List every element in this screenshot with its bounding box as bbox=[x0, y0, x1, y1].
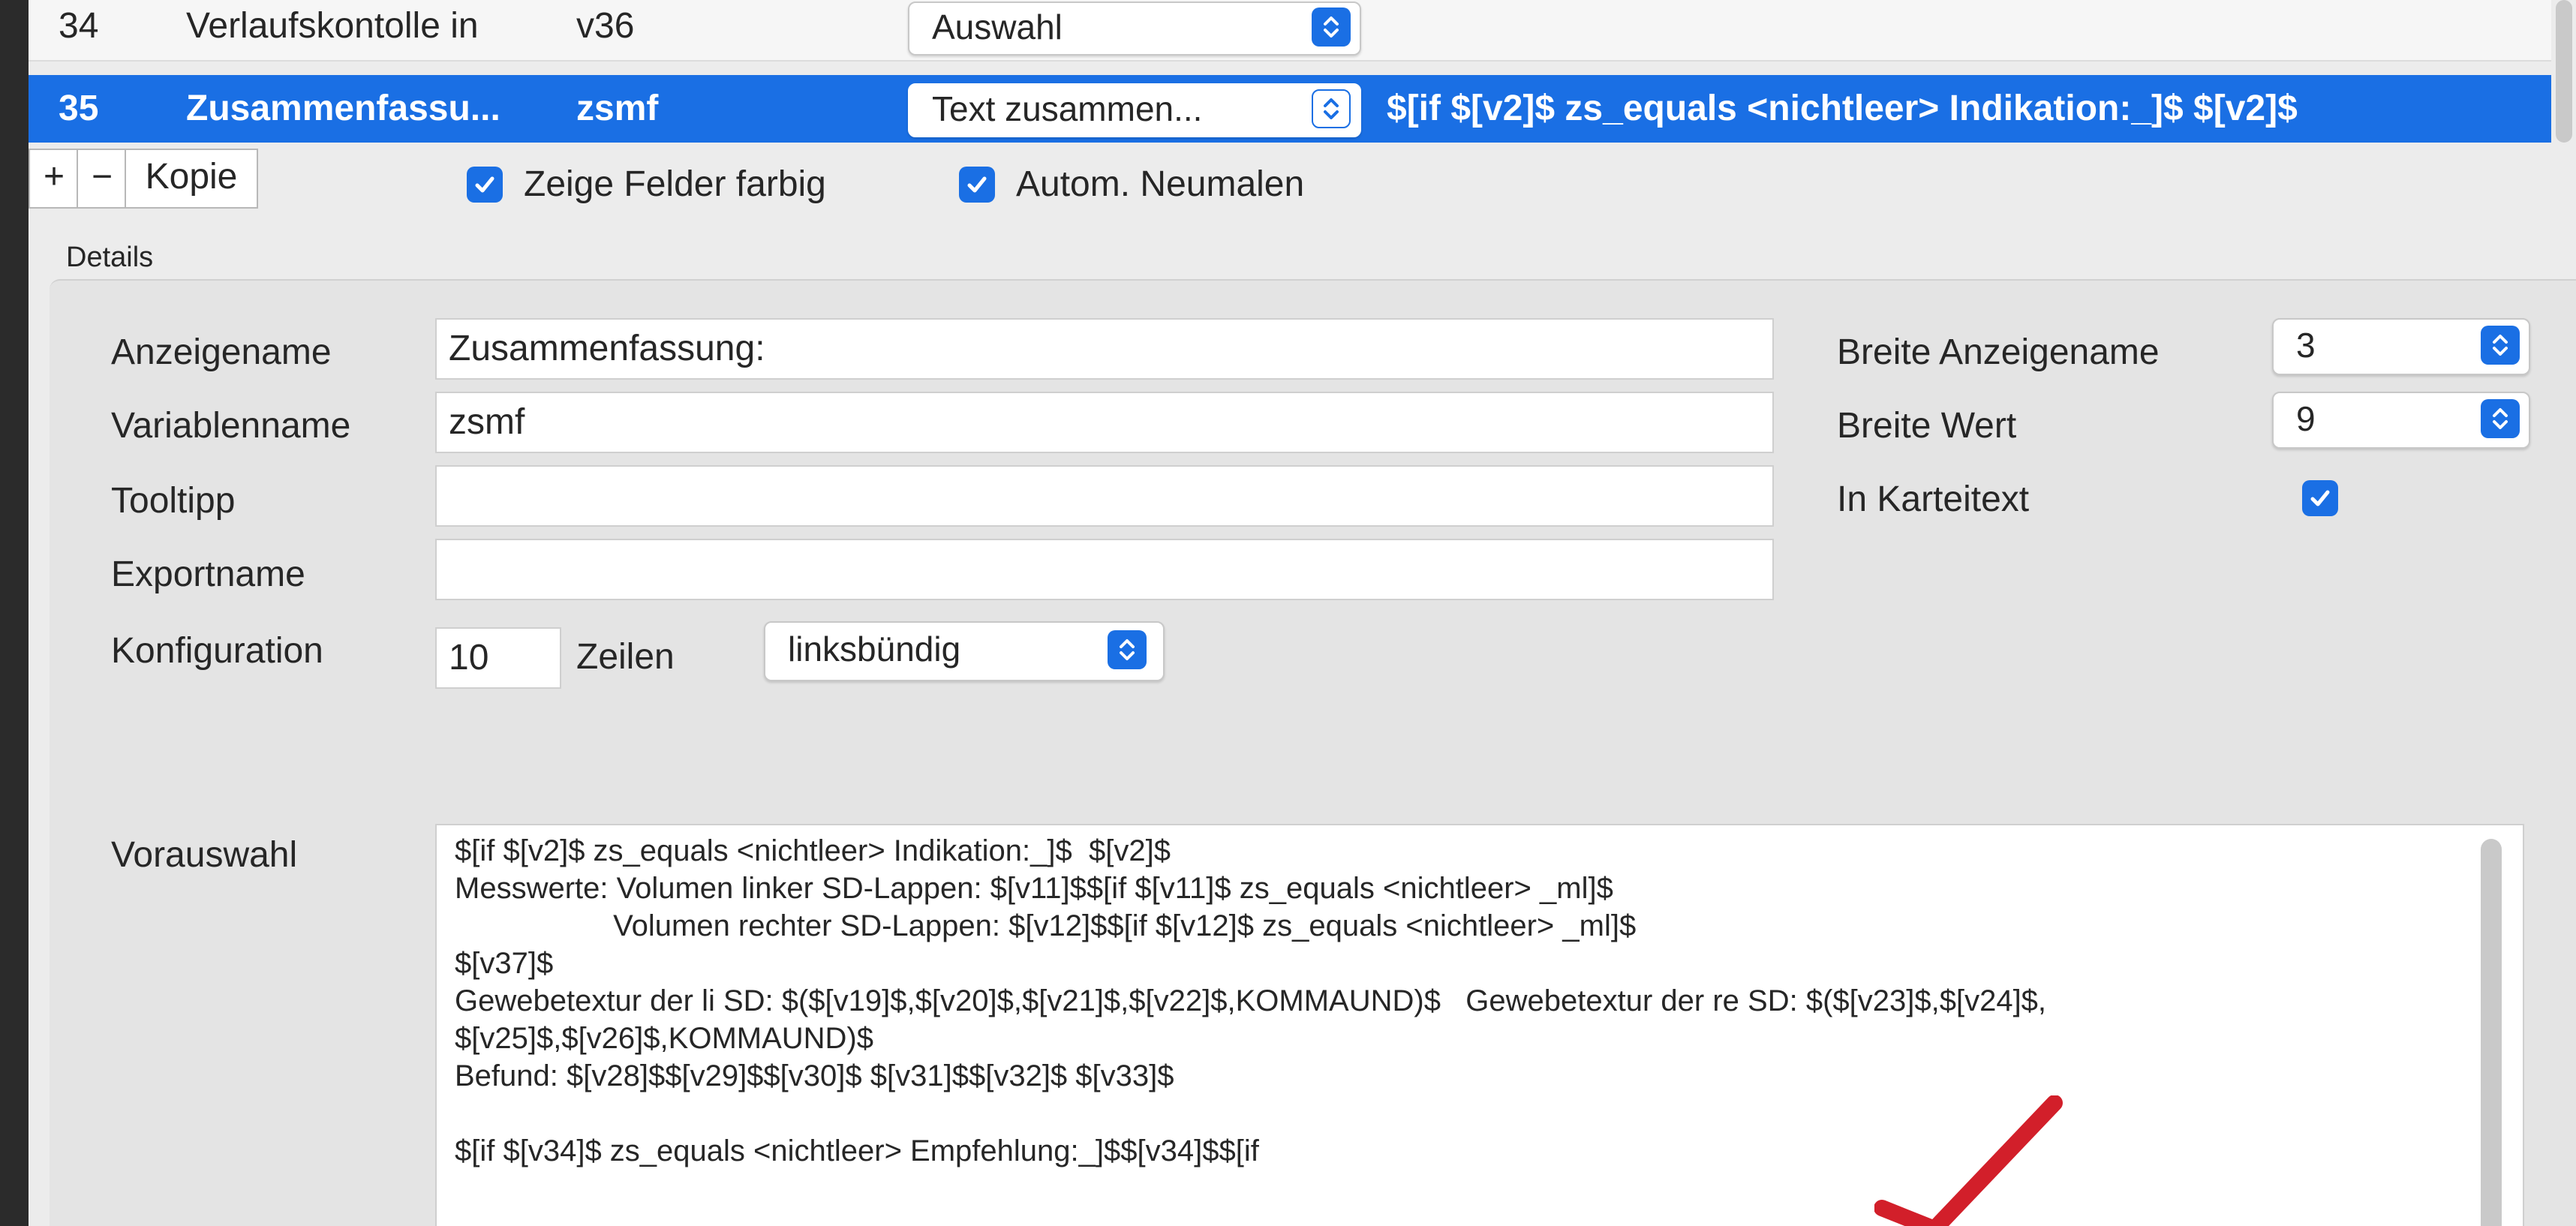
auto-redraw-label: Autom. Neumalen bbox=[1016, 164, 1305, 204]
in-karteitext-checkbox[interactable] bbox=[2302, 480, 2338, 516]
konfiguration-label: Konfiguration bbox=[111, 631, 323, 671]
row-type-select[interactable]: Text zusammen... bbox=[908, 83, 1361, 137]
row-variable-name: zsmf bbox=[576, 89, 659, 128]
details-section-label: Details bbox=[66, 242, 154, 273]
variablenname-field[interactable]: zsmf bbox=[435, 392, 1774, 453]
auto-redraw-checkbox[interactable] bbox=[959, 167, 995, 203]
anzeigename-value: Zusammenfassung: bbox=[449, 329, 765, 368]
vorauswahl-line: Befund: $[v28]$$[v29]$$[v30]$ $[v31]$$[v… bbox=[455, 1059, 1174, 1092]
exportname-field[interactable] bbox=[435, 539, 1774, 600]
vorauswahl-line: $[v37]$ bbox=[455, 947, 554, 980]
breite-anzeigename-value: 3 bbox=[2296, 326, 2316, 365]
zeilen-count-value: 10 bbox=[449, 638, 489, 678]
vorauswahl-label: Vorauswahl bbox=[111, 835, 298, 875]
vorauswahl-line: Gewebetextur der li SD: $($[v19]$,$[v20]… bbox=[455, 984, 2047, 1017]
annotation-checkmark-icon bbox=[1874, 1095, 2063, 1226]
table-scrollbar[interactable] bbox=[2556, 0, 2572, 143]
vorauswahl-line: Volumen rechter SD-Lappen: $[v12]$$[if $… bbox=[455, 909, 1637, 942]
row-number: 35 bbox=[59, 89, 99, 128]
row-number: 34 bbox=[59, 6, 99, 46]
table-row[interactable]: 34 Verlaufskontolle in v36 Auswahl bbox=[29, 0, 2551, 62]
textarea-scrollbar[interactable] bbox=[2481, 839, 2502, 1226]
row-display-name: Verlaufskontolle in bbox=[186, 6, 479, 46]
row-preview-text: $[if $[v2]$ zs_equals <nichtleer> Indika… bbox=[1387, 89, 2298, 128]
row-type-value: Auswahl bbox=[932, 8, 1063, 47]
tooltipp-label: Tooltipp bbox=[111, 481, 236, 521]
chevron-updown-icon bbox=[1312, 8, 1351, 47]
vorauswahl-line: $[if $[v34]$ zs_equals <nichtleer> Empfe… bbox=[455, 1134, 1259, 1167]
breite-anzeigename-select[interactable]: 3 bbox=[2272, 318, 2530, 375]
alignment-select[interactable]: linksbündig bbox=[764, 621, 1165, 681]
anzeigename-field[interactable]: Zusammenfassung: bbox=[435, 318, 1774, 380]
breite-wert-select[interactable]: 9 bbox=[2272, 392, 2530, 449]
breite-anzeigename-label: Breite Anzeigename bbox=[1837, 332, 2160, 372]
checkmark-icon bbox=[475, 176, 494, 193]
chevron-updown-icon bbox=[1312, 89, 1351, 128]
anzeigename-label: Anzeigename bbox=[111, 332, 332, 372]
zeilen-count-field[interactable]: 10 bbox=[435, 627, 561, 689]
chevron-updown-icon bbox=[2481, 399, 2520, 438]
table-row-selected[interactable]: 35 Zusammenfassu... zsmf Text zusammen..… bbox=[29, 75, 2551, 143]
copy-button[interactable]: Kopie bbox=[125, 149, 258, 209]
vorauswahl-line: Messwerte: Volumen linker SD-Lappen: $[v… bbox=[455, 872, 1613, 905]
window: 34 Verlaufskontolle in v36 Auswahl 35 Zu… bbox=[29, 0, 2576, 1226]
row-type-select[interactable]: Auswahl bbox=[908, 2, 1361, 56]
add-button[interactable]: + bbox=[29, 149, 80, 209]
chevron-updown-icon bbox=[2481, 326, 2520, 365]
checkmark-icon bbox=[2310, 490, 2330, 506]
vorauswahl-textarea[interactable]: $[if $[v2]$ zs_equals <nichtleer> Indika… bbox=[435, 824, 2524, 1226]
checkmark-icon bbox=[967, 176, 987, 193]
alignment-value: linksbündig bbox=[788, 630, 961, 669]
exportname-label: Exportname bbox=[111, 554, 305, 594]
row-variable-name: v36 bbox=[576, 6, 635, 46]
variablenname-value: zsmf bbox=[449, 402, 525, 442]
show-colors-checkbox[interactable] bbox=[467, 167, 503, 203]
vorauswahl-line: $[if $[v2]$ zs_equals <nichtleer> Indika… bbox=[455, 834, 1171, 867]
tooltipp-field[interactable] bbox=[435, 465, 1774, 527]
in-karteitext-label: In Karteitext bbox=[1837, 479, 2030, 519]
chevron-updown-icon bbox=[1108, 630, 1147, 669]
remove-button[interactable]: − bbox=[77, 149, 128, 209]
row-type-value: Text zusammen... bbox=[932, 89, 1203, 128]
row-display-name: Zusammenfassu... bbox=[186, 89, 500, 128]
variablenname-label: Variablenname bbox=[111, 406, 351, 446]
zeilen-label: Zeilen bbox=[576, 637, 675, 677]
vorauswahl-line: $[v25]$,$[v26]$,KOMMAUND)$ bbox=[455, 1022, 873, 1055]
show-colors-label: Zeige Felder farbig bbox=[524, 164, 826, 204]
breite-wert-value: 9 bbox=[2296, 399, 2316, 438]
breite-wert-label: Breite Wert bbox=[1837, 406, 2017, 446]
